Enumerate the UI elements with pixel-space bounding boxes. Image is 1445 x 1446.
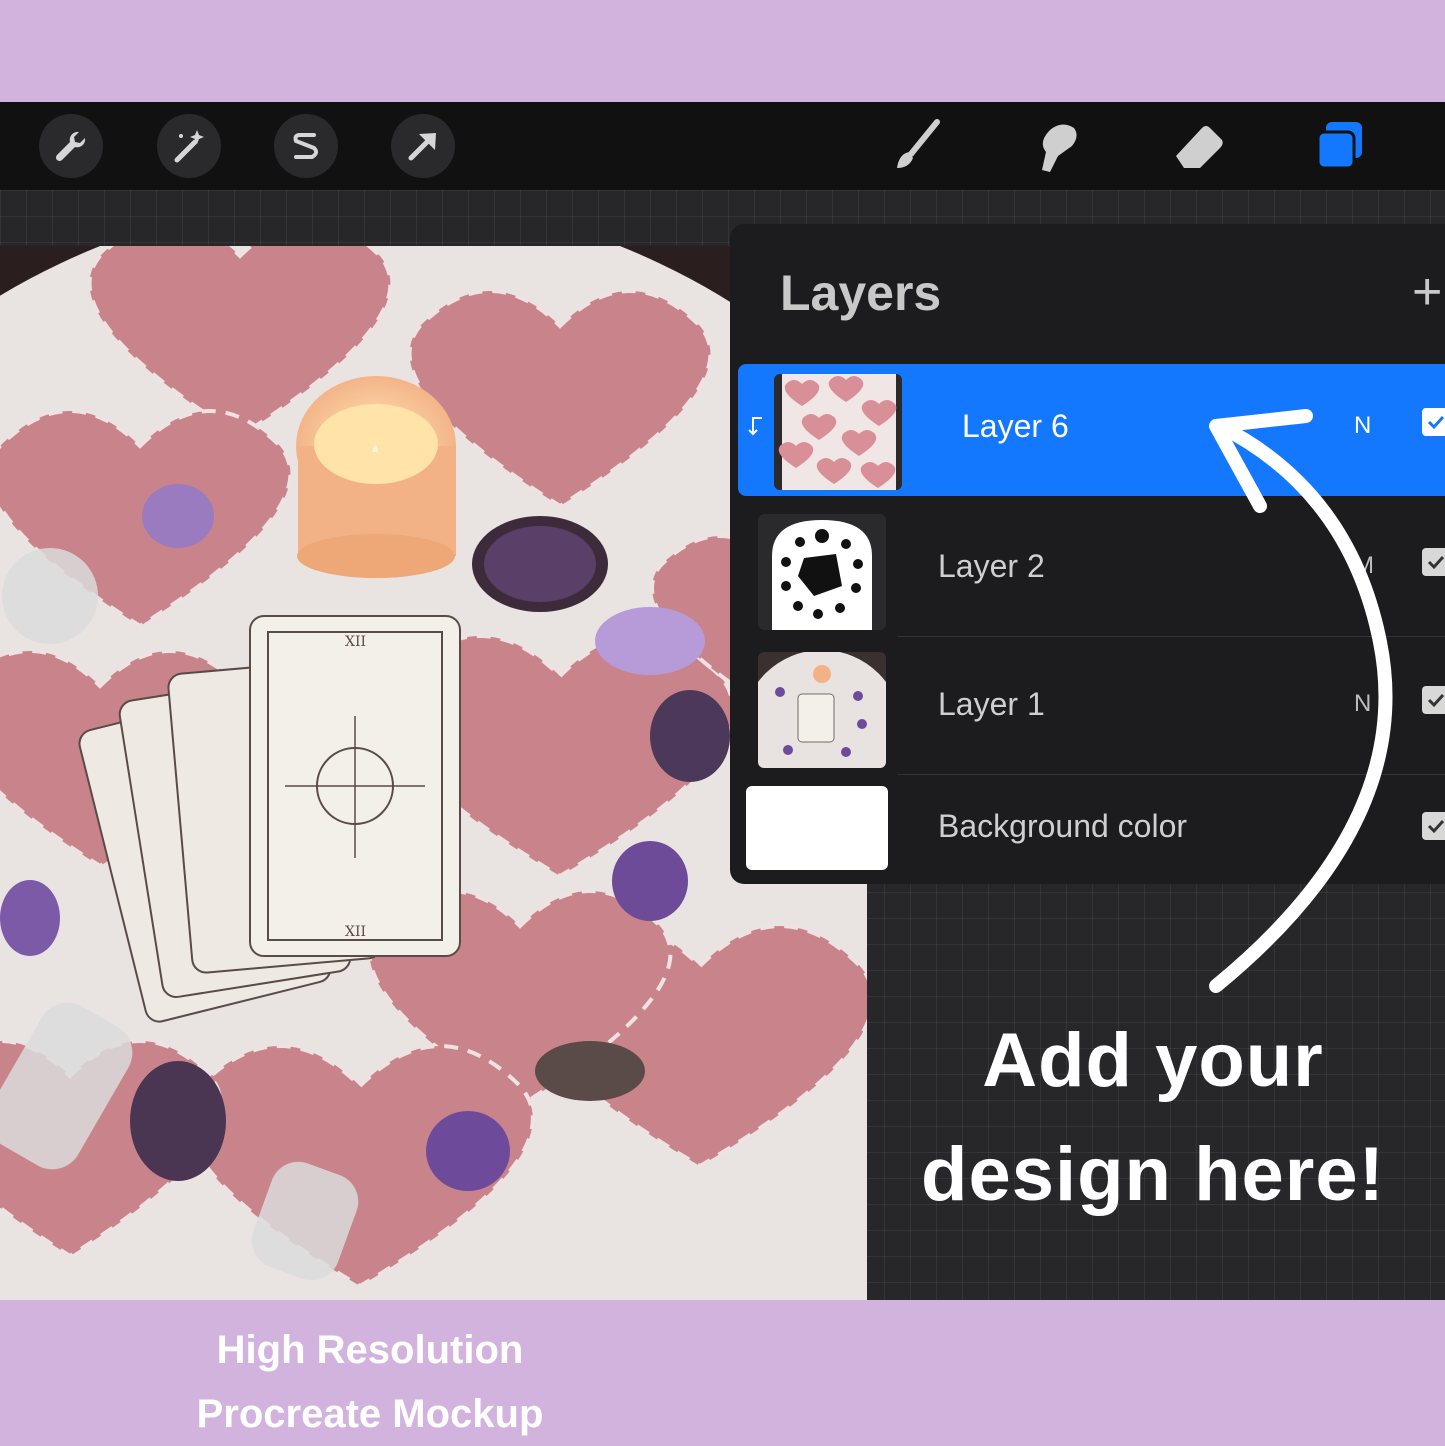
brush-icon	[897, 119, 940, 168]
layer-name: Background color	[938, 808, 1188, 844]
background-color-swatch[interactable]	[746, 786, 888, 870]
smudge-icon	[1042, 124, 1077, 172]
checkmark-icon	[1427, 819, 1445, 834]
top-toolbar	[0, 102, 1445, 190]
layers-icon	[1316, 122, 1362, 170]
callout-line-1: Add your	[982, 1018, 1324, 1103]
clipping-mask-icon	[748, 417, 762, 436]
svg-text:XII: XII	[345, 924, 366, 940]
caption: High Resolution Procreate Mockup	[100, 1318, 640, 1446]
top-frame-band	[0, 0, 1445, 102]
callout-line-2: design here!	[921, 1132, 1385, 1217]
transform-button[interactable]	[391, 114, 455, 178]
eraser-icon	[1176, 126, 1223, 168]
layer-visibility-checkbox[interactable]	[1422, 686, 1445, 714]
svg-text:XII: XII	[345, 634, 366, 650]
checkmark-icon	[1427, 693, 1445, 708]
layer-name: Layer 1	[938, 686, 1045, 722]
procreate-app: XII XII Layers + Layer 6 N Layer 2 M Lay…	[0, 102, 1445, 1300]
layer-visibility-checkbox[interactable]	[1422, 812, 1445, 840]
layer-name: Layer 6	[962, 408, 1069, 444]
layer-name: Layer 2	[938, 548, 1045, 584]
layer-2-thumbnail	[758, 514, 886, 630]
adjustments-button[interactable]	[157, 114, 221, 178]
transform-arrow-icon	[408, 133, 436, 161]
layer-visibility-checkbox[interactable]	[1422, 408, 1445, 436]
layer-visibility-checkbox[interactable]	[1422, 548, 1445, 576]
wrench-icon	[55, 131, 86, 162]
selection-s-icon	[293, 133, 319, 159]
layers-panel-title: Layers	[780, 265, 942, 321]
selection-button[interactable]	[274, 114, 338, 178]
checkmark-icon	[1427, 415, 1445, 430]
curved-arrow-icon	[1209, 409, 1393, 993]
magic-wand-icon	[174, 130, 204, 163]
checkmark-icon	[1427, 555, 1445, 570]
layers-tool-button[interactable]	[1310, 116, 1370, 176]
caption-line-1: High Resolution	[216, 1328, 524, 1372]
smudge-tool-button[interactable]	[1028, 116, 1088, 176]
layer-6-thumbnail	[774, 374, 902, 490]
layer-1-thumbnail	[758, 652, 886, 768]
callout-headline: Add your design here!	[893, 1004, 1413, 1232]
brush-tool-button[interactable]	[887, 116, 947, 176]
add-layer-button[interactable]: +	[1412, 262, 1442, 322]
caption-line-2: Procreate Mockup	[196, 1392, 544, 1436]
eraser-tool-button[interactable]	[1168, 116, 1228, 176]
actions-button[interactable]	[39, 114, 103, 178]
